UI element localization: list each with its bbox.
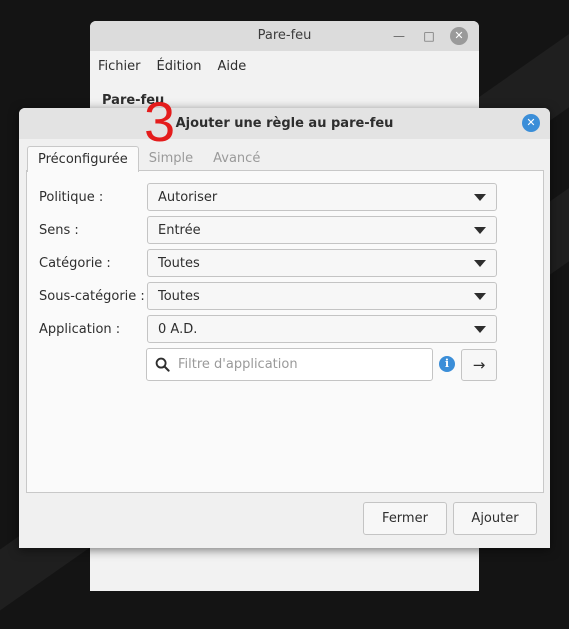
- politique-label: Politique :: [39, 189, 104, 205]
- row-application: Application : 0 A.D.: [39, 315, 497, 343]
- row-sens: Sens : Entrée: [39, 216, 497, 244]
- categorie-value: Toutes: [158, 255, 200, 271]
- tab-preconfiguree[interactable]: Préconfigurée: [27, 146, 139, 172]
- sens-value: Entrée: [158, 222, 201, 238]
- row-categorie: Catégorie : Toutes: [39, 249, 497, 277]
- tab-bar: Préconfigurée Simple Avancé: [27, 146, 270, 172]
- menu-fichier[interactable]: Fichier: [98, 59, 141, 74]
- chevron-down-icon: [474, 194, 486, 201]
- parent-titlebar: Pare-feu — □ ✕: [90, 21, 479, 51]
- tab-simple[interactable]: Simple: [139, 146, 203, 172]
- close-button[interactable]: Fermer: [363, 502, 447, 535]
- menu-edition[interactable]: Édition: [157, 59, 202, 74]
- chevron-down-icon: [474, 326, 486, 333]
- application-select[interactable]: 0 A.D.: [147, 315, 497, 343]
- chevron-down-icon: [474, 227, 486, 234]
- application-filter-input[interactable]: [176, 356, 420, 373]
- close-icon[interactable]: ✕: [522, 114, 540, 132]
- add-rule-dialog: Ajouter une règle au pare-feu ✕ 3 Précon…: [19, 94, 550, 548]
- info-icon[interactable]: i: [439, 356, 455, 372]
- application-value: 0 A.D.: [158, 321, 198, 337]
- politique-select[interactable]: Autoriser: [147, 183, 497, 211]
- chevron-down-icon: [474, 260, 486, 267]
- tab-panel: Politique : Autoriser Sens : Entrée Caté…: [26, 170, 544, 493]
- row-sous-categorie: Sous-catégorie : Toutes: [39, 282, 497, 310]
- dialog-titlebar: Ajouter une règle au pare-feu ✕: [19, 108, 550, 139]
- close-icon[interactable]: ✕: [450, 27, 468, 45]
- politique-value: Autoriser: [158, 189, 218, 205]
- categorie-label: Catégorie :: [39, 255, 111, 271]
- arrow-right-button[interactable]: →: [461, 349, 497, 381]
- menu-aide[interactable]: Aide: [217, 59, 246, 74]
- row-politique: Politique : Autoriser: [39, 183, 497, 211]
- tab-avance[interactable]: Avancé: [203, 146, 270, 172]
- sens-select[interactable]: Entrée: [147, 216, 497, 244]
- menubar: Fichier Édition Aide: [90, 51, 479, 81]
- minimize-icon[interactable]: —: [390, 27, 408, 45]
- search-icon: [155, 357, 170, 372]
- maximize-icon[interactable]: □: [420, 27, 438, 45]
- dialog-title: Ajouter une règle au pare-feu: [175, 116, 394, 131]
- arrow-right-icon: →: [472, 356, 486, 374]
- chevron-down-icon: [474, 293, 486, 300]
- sous-categorie-label: Sous-catégorie :: [39, 288, 145, 304]
- add-button[interactable]: Ajouter: [453, 502, 537, 535]
- categorie-select[interactable]: Toutes: [147, 249, 497, 277]
- sens-label: Sens :: [39, 222, 79, 238]
- sous-categorie-value: Toutes: [158, 288, 200, 304]
- application-label: Application :: [39, 321, 121, 337]
- step-marker: 3: [144, 90, 176, 153]
- sous-categorie-select[interactable]: Toutes: [147, 282, 497, 310]
- application-filter[interactable]: [146, 348, 433, 381]
